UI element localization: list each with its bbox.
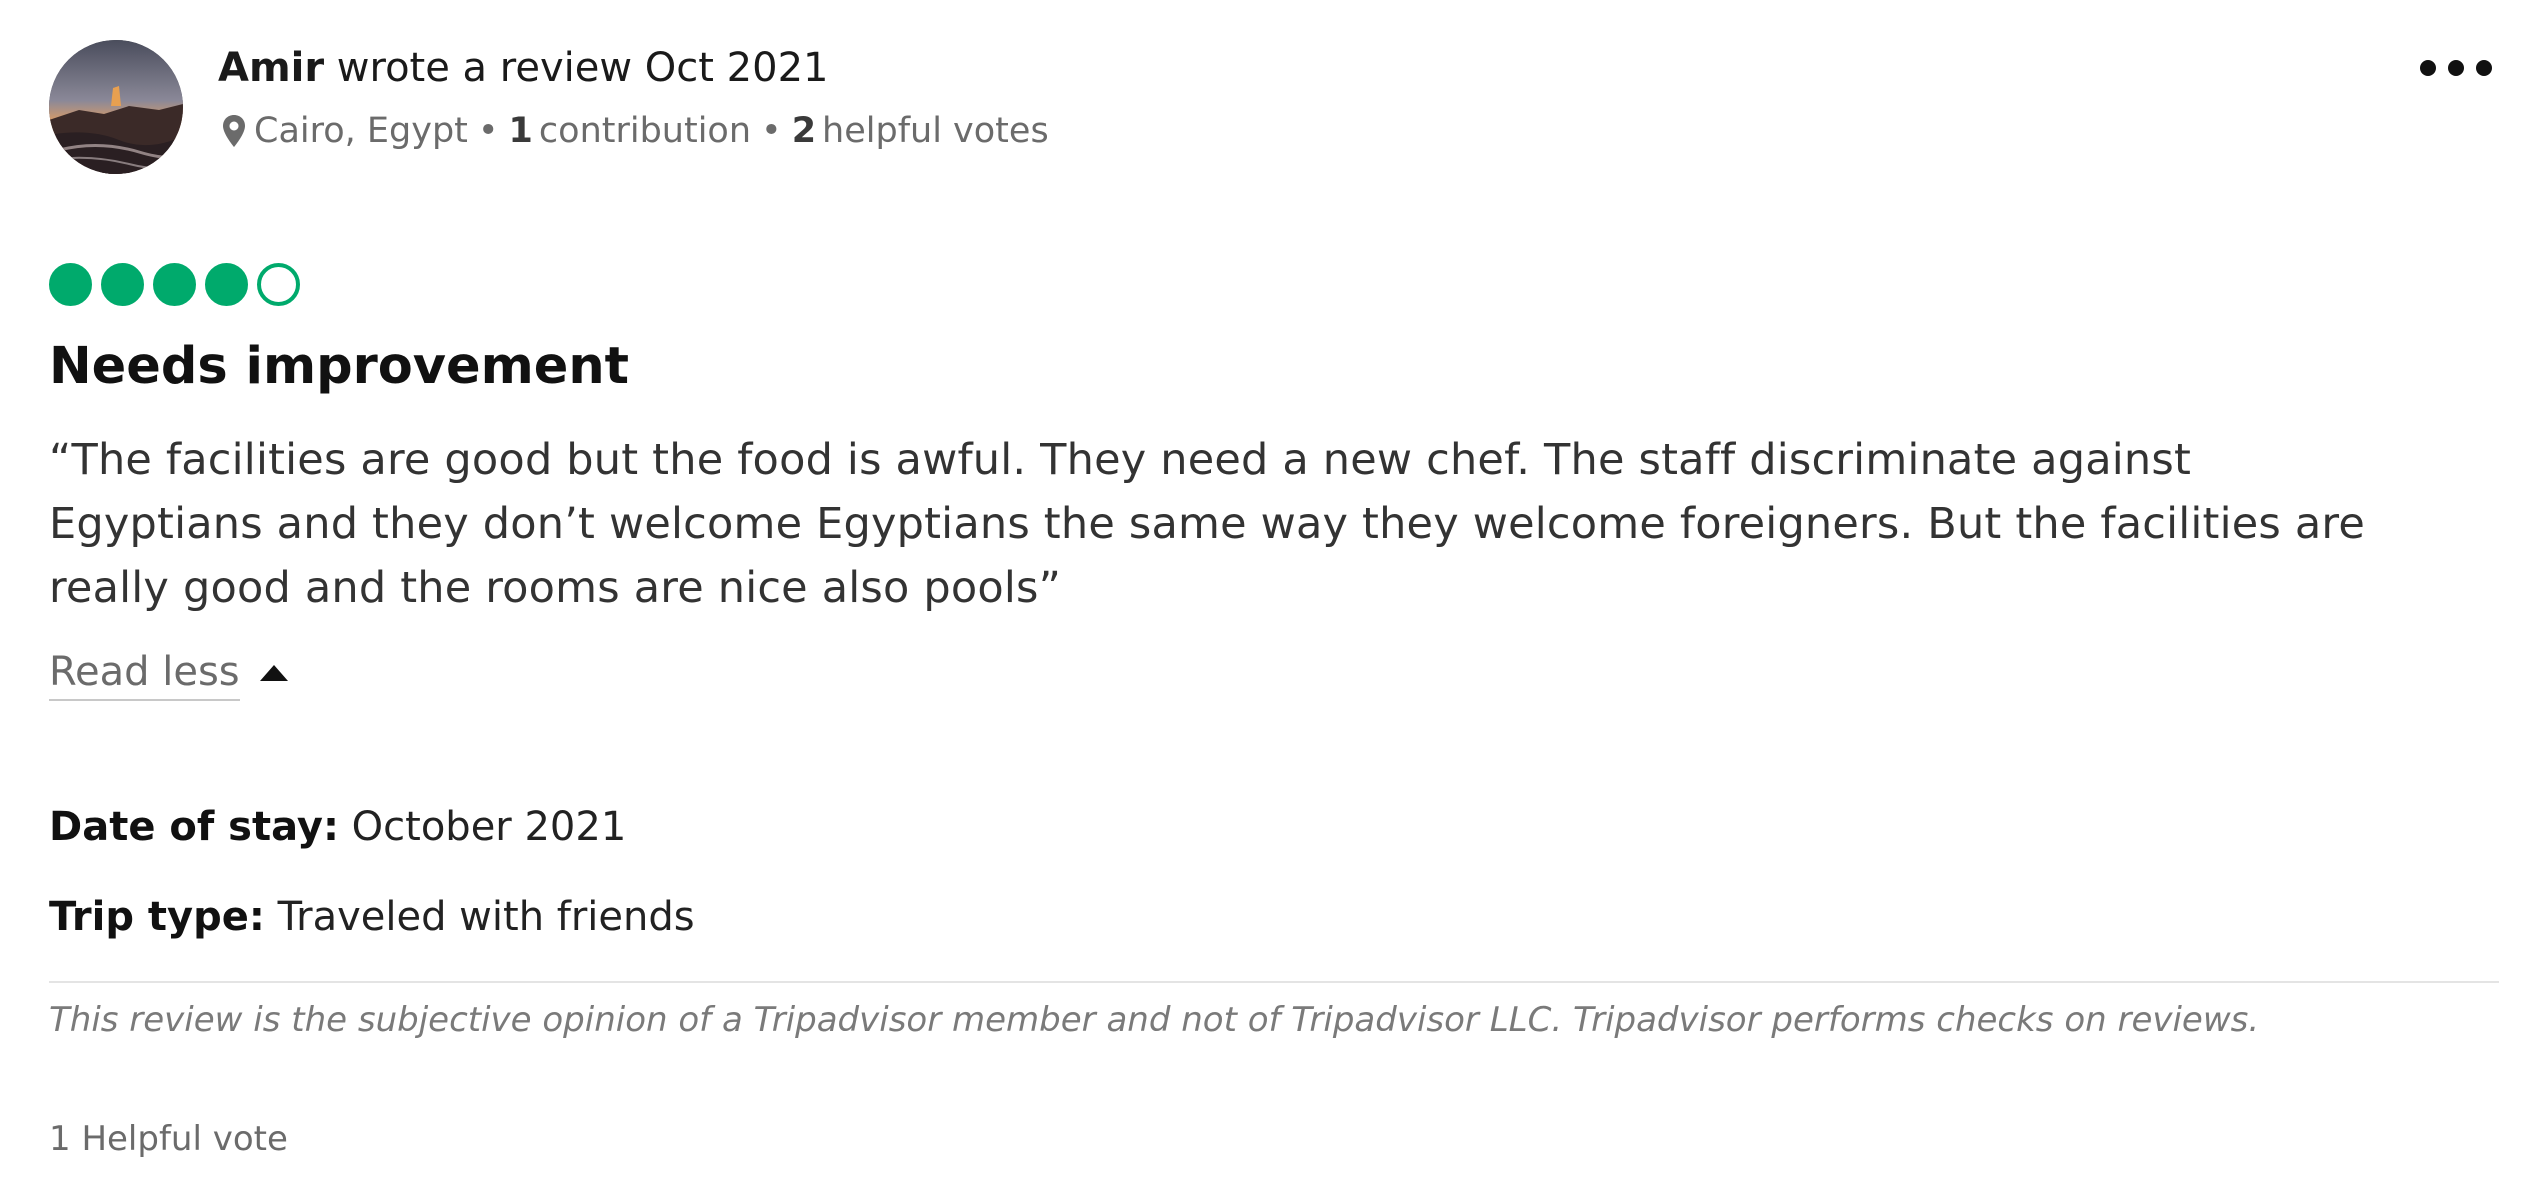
author-meta: Cairo, Egypt • 1 contribution • 2 helpfu…	[222, 106, 1049, 156]
location-pin-icon	[222, 114, 246, 148]
more-options-icon-dot	[2448, 60, 2464, 76]
helpful-votes-label: helpful votes	[822, 111, 1049, 151]
date-of-stay: Date of stay: October 2021	[49, 799, 626, 855]
caret-up-icon	[259, 665, 288, 681]
review-body-line: “The facilities are good but the food is…	[49, 435, 2192, 485]
review-date: Oct 2021	[644, 45, 829, 91]
separator-dot: •	[477, 111, 499, 151]
review-card: Amir wrote a review Oct 2021 Cairo, Egyp…	[0, 0, 2546, 1177]
helpful-votes-count: 2	[791, 111, 817, 151]
more-options-button[interactable]	[2420, 48, 2492, 88]
trip-type-label: Trip type:	[49, 894, 265, 940]
rating-bubble-filled	[153, 263, 196, 306]
user-avatar[interactable]	[49, 40, 183, 174]
avatar-photo-icon	[49, 40, 183, 174]
more-options-icon	[2420, 60, 2436, 76]
review-disclaimer: This review is the subjective opinion of…	[49, 1000, 2260, 1040]
review-body-line: Egyptians and they don’t welcome Egyptia…	[49, 499, 2366, 549]
rating-bubble-filled	[49, 263, 92, 306]
separator-dot: •	[761, 111, 782, 151]
divider	[49, 981, 2499, 983]
date-of-stay-label: Date of stay:	[49, 804, 339, 850]
review-title: Needs improvement	[49, 337, 630, 396]
date-of-stay-value: October 2021	[351, 804, 627, 850]
trip-type: Trip type: Traveled with friends	[49, 889, 695, 945]
read-less-button[interactable]: Read less	[49, 645, 288, 701]
rating-bubble-filled	[205, 263, 248, 306]
helpful-vote-count: 1 Helpful vote	[49, 1119, 288, 1159]
review-action-text: wrote a review	[336, 45, 633, 91]
trip-type-value: Traveled with friends	[277, 894, 695, 940]
read-less-label: Read less	[49, 645, 240, 701]
contribution-count: 1	[508, 111, 533, 151]
author-location: Cairo, Egypt	[254, 111, 468, 151]
rating-bubble-filled	[101, 263, 144, 306]
bubble-rating	[49, 263, 300, 306]
review-body-line: really good and the rooms are nice also …	[49, 563, 1062, 613]
more-options-icon-dot	[2476, 60, 2492, 76]
rating-bubble-empty	[257, 263, 300, 306]
contribution-label: contribution	[538, 111, 752, 151]
review-body: “The facilities are good but the food is…	[49, 428, 2499, 620]
review-header: Amir wrote a review Oct 2021	[218, 40, 828, 96]
author-name[interactable]: Amir	[218, 45, 324, 91]
